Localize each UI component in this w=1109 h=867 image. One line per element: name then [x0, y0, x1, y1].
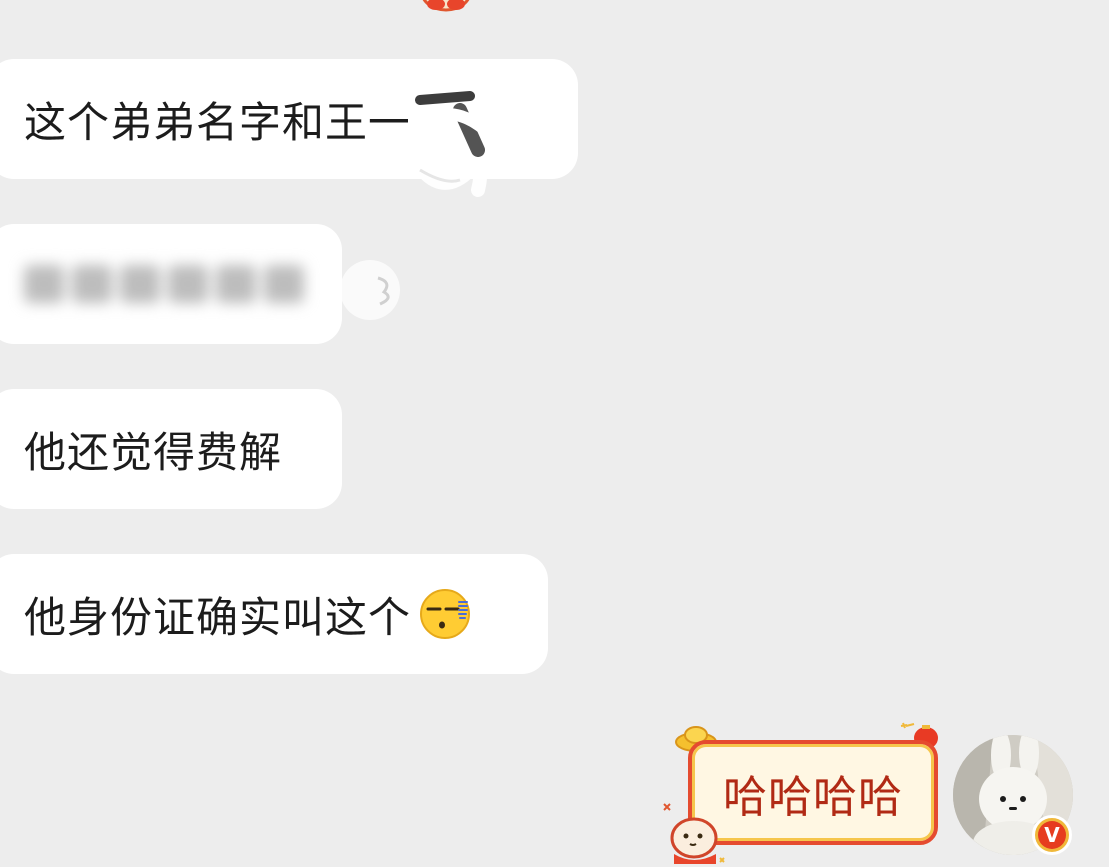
blur-smudge	[340, 260, 400, 320]
my-message-bubble[interactable]: 哈哈哈哈	[660, 718, 950, 867]
message-bubble[interactable]: 他还觉得费解	[0, 389, 342, 509]
blurred-message-text	[24, 265, 304, 303]
message-text: 他身份证确实叫这个	[24, 592, 412, 642]
verified-badge-icon: V	[1032, 815, 1072, 855]
my-message-text: 哈哈哈哈	[723, 771, 903, 823]
message-text: 他还觉得费解	[24, 427, 283, 477]
sweat-smirk-emoji	[420, 589, 471, 639]
message-bubble[interactable]: 他身份证确实叫这个	[0, 554, 548, 674]
chat-view: 这个弟弟名字和王一博像 他还觉得费解 他身份证确实叫这个 哈哈哈哈 V	[0, 0, 1109, 867]
cat-sticker-icon	[663, 803, 725, 864]
message-bubble[interactable]	[0, 224, 342, 344]
censor-scribble	[408, 78, 498, 197]
verified-badge-label: V	[1038, 821, 1066, 849]
sticker-icon	[422, 0, 470, 12]
